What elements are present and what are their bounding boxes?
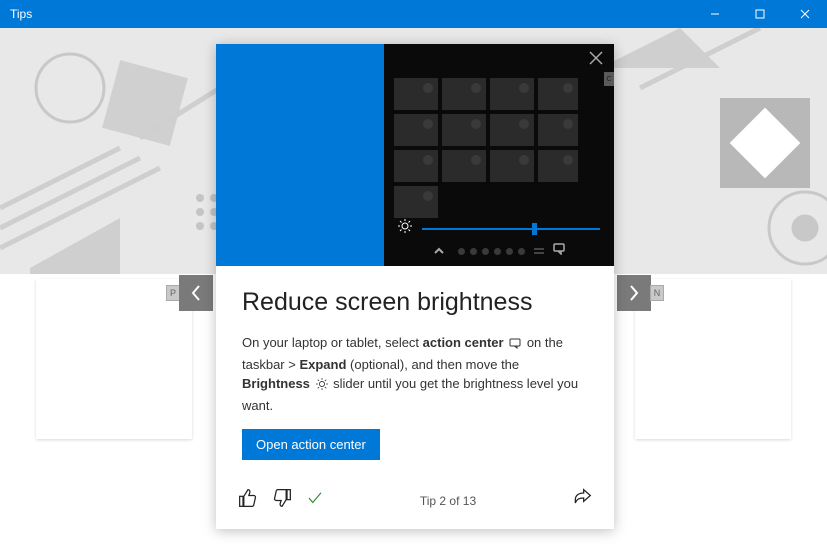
illustration-scrollbar: C: [604, 72, 614, 86]
title-bar: Tips: [0, 0, 827, 28]
thumbs-up-button[interactable]: [238, 488, 258, 513]
prev-arrow-button[interactable]: [179, 275, 213, 311]
illustration-action-center: C: [384, 44, 614, 266]
tip-description: On your laptop or tablet, select action …: [242, 333, 588, 415]
tip-footer: Tip 2 of 13: [216, 474, 614, 529]
prev-key-hint: P: [166, 285, 180, 301]
brightness-inline-icon: [316, 376, 328, 396]
tip-title: Reduce screen brightness: [242, 288, 588, 317]
chevron-up-icon: [433, 242, 445, 260]
notification-icon: [553, 242, 565, 260]
brightness-icon: [398, 219, 412, 238]
tip-card: C: [216, 44, 614, 529]
tip-illustration: C: [216, 44, 614, 266]
illustration-brightness-slider: [398, 219, 600, 238]
tip-counter: Tip 2 of 13: [420, 494, 476, 508]
minimize-button[interactable]: [692, 0, 737, 28]
window-title: Tips: [10, 7, 32, 21]
illustration-close-icon: [588, 50, 606, 68]
illustration-tiles: [394, 78, 604, 218]
next-key-hint: N: [650, 285, 664, 301]
window-controls: [692, 0, 827, 28]
maximize-button[interactable]: [737, 0, 782, 28]
open-action-center-button[interactable]: Open action center: [242, 429, 380, 460]
next-tip-card[interactable]: [635, 279, 791, 439]
next-arrow-button[interactable]: [617, 275, 651, 311]
tip-body: Reduce screen brightness On your laptop …: [216, 266, 614, 474]
illustration-pager: [384, 242, 614, 260]
illustration-desktop: [216, 44, 384, 266]
share-button[interactable]: [572, 495, 592, 512]
prev-tip-card[interactable]: [36, 279, 192, 439]
action-center-icon: [509, 335, 521, 355]
close-button[interactable]: [782, 0, 827, 28]
thumbs-down-button[interactable]: [272, 488, 292, 513]
checkmark-icon: [306, 489, 324, 512]
